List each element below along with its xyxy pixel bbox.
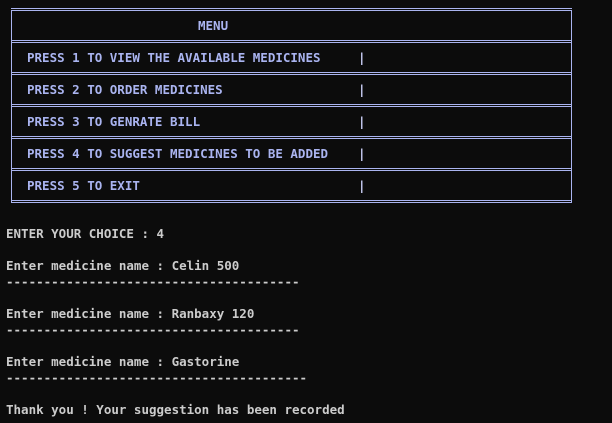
menu-option-5: PRESS 5 TO EXIT: [27, 178, 140, 193]
menu-option-2: PRESS 2 TO ORDER MEDICINES: [27, 82, 223, 97]
menu-edge-right-2: [571, 72, 572, 107]
menu-edge-right-1: [571, 40, 572, 75]
menu-edge-right-5: [571, 168, 572, 203]
confirmation-message: Thank you ! Your suggestion has been rec…: [6, 402, 345, 417]
menu-option-1-pipe: |: [358, 50, 366, 65]
menu-divider-1: [11, 40, 572, 43]
menu-title: MENU: [198, 18, 229, 33]
choice-line: ENTER YOUR CHOICE : 4: [6, 226, 164, 242]
medicine-entry-2: Enter medicine name : Ranbaxy 120: [6, 306, 254, 322]
separator-line: ----------------------------------------: [6, 370, 308, 385]
menu-divider-3: [11, 104, 572, 107]
medicine-value: Ranbaxy 120: [171, 306, 255, 321]
menu-border-left: [11, 10, 12, 40]
medicine-prompt: Enter medicine name :: [6, 354, 172, 369]
menu-edge-right-3: [571, 104, 572, 139]
menu-divider-4: [11, 136, 572, 139]
medicine-entry-1: Enter medicine name : Celin 500: [6, 258, 239, 274]
medicine-value: Gastorine: [171, 354, 240, 369]
menu-edge-right-4: [571, 136, 572, 171]
separator-line: ---------------------------------------: [6, 322, 300, 337]
menu-option-3: PRESS 3 TO GENRATE BILL: [27, 114, 201, 129]
menu-border-right: [571, 10, 572, 40]
menu-edge-left-5: [11, 168, 12, 203]
menu-option-4-pipe: |: [358, 146, 366, 161]
menu-edge-left-2: [11, 72, 12, 107]
medicine-prompt: Enter medicine name :: [6, 306, 172, 321]
menu-option-1: PRESS 1 TO VIEW THE AVAILABLE MEDICINES: [27, 50, 321, 65]
choice-value: 4: [156, 226, 165, 241]
medicine-entry-3: Enter medicine name : Gastorine: [6, 354, 239, 370]
menu-option-3-pipe: |: [358, 114, 366, 129]
separator-line: ---------------------------------------: [6, 274, 300, 289]
menu-option-2-pipe: |: [358, 82, 366, 97]
menu-edge-left-3: [11, 104, 12, 139]
medicine-value: Celin 500: [171, 258, 240, 273]
menu-divider-2: [11, 72, 572, 75]
menu-edge-left-1: [11, 40, 12, 75]
terminal-window: MENU PRESS 1 TO VIEW THE AVAILABLE MEDIC…: [0, 0, 612, 423]
menu-divider-5: [11, 168, 572, 171]
medicine-prompt: Enter medicine name :: [6, 258, 172, 273]
menu-edge-left-4: [11, 136, 12, 171]
menu-border-bottom: [11, 200, 572, 203]
menu-option-5-pipe: |: [358, 178, 366, 193]
menu-border-top: [11, 8, 572, 11]
choice-prompt: ENTER YOUR CHOICE :: [6, 226, 157, 241]
menu-option-4: PRESS 4 TO SUGGEST MEDICINES TO BE ADDED: [27, 146, 329, 161]
